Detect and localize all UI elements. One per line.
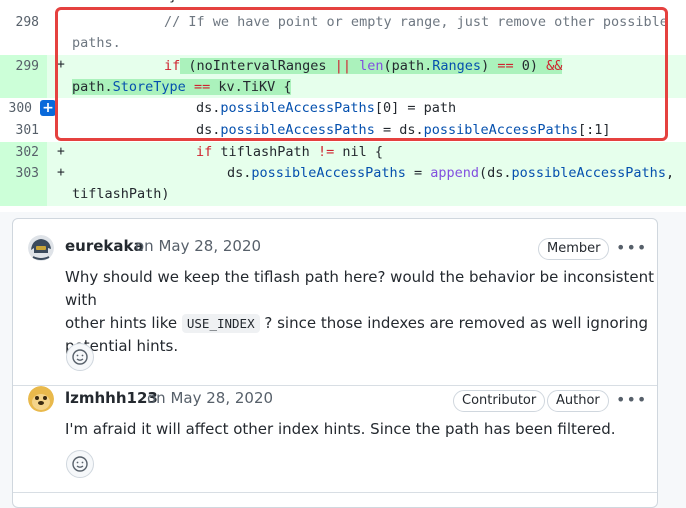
code-comment: // If we have point or empty range, just…	[164, 14, 668, 30]
diff-line-302: 302 + if tiflashPath != nil {	[0, 142, 686, 163]
add-reaction-button[interactable]	[66, 343, 94, 371]
more-options-icon[interactable]: •••	[616, 390, 647, 409]
line-number: 303	[15, 166, 39, 181]
author-badge: Author	[547, 390, 609, 412]
smiley-icon	[72, 349, 88, 365]
diff-line-301: 301 ds.possibleAccessPaths = ds.possible…	[0, 120, 686, 142]
code-line: ds.possibleAccessPaths[0] = path	[196, 100, 457, 116]
code-line: ds.possibleAccessPaths = append(ds.possi…	[227, 165, 675, 181]
code-text: }	[169, 0, 177, 7]
add-comment-button[interactable]: +	[40, 100, 56, 116]
line-number: 298	[15, 15, 39, 30]
more-options-icon[interactable]: •••	[616, 238, 647, 257]
code-line-wrap: tiflashPath)	[72, 186, 170, 202]
avatar[interactable]	[28, 386, 54, 412]
diff-line-300: 300 ds.possibleAccessPaths[0] = path	[0, 98, 686, 120]
comment-date[interactable]: on May 28, 2020	[147, 389, 273, 407]
inline-code: USE_INDEX	[181, 314, 260, 333]
diff-view: 297 } 298 // If we have point or empty r…	[0, 0, 686, 212]
diff-line-297: 297 }	[0, 0, 686, 7]
comment-divider	[13, 492, 657, 493]
review-thread: eurekaka on May 28, 2020 Member ••• Why …	[12, 218, 658, 508]
smiley-icon	[72, 456, 88, 472]
comment-body: Why should we keep the tiflash path here…	[65, 268, 654, 355]
line-number: 297	[16, 0, 39, 7]
line-number: 299	[15, 59, 39, 74]
comment-date[interactable]: on May 28, 2020	[135, 237, 261, 255]
line-number: 300	[8, 101, 32, 116]
comment-author[interactable]: eurekaka	[65, 237, 144, 255]
code-line: ds.possibleAccessPaths = ds.possibleAcce…	[196, 122, 611, 138]
avatar[interactable]	[28, 235, 54, 261]
contributor-badge: Contributor	[453, 390, 546, 412]
code-comment-wrap: paths.	[72, 35, 121, 51]
added-marker: +	[57, 144, 65, 159]
comment-author[interactable]: lzmhhh123	[65, 389, 158, 407]
diff-line-299: 299 + if (noIntervalRanges || len(path.R…	[0, 55, 686, 98]
diff-line-303: 303 + ds.possibleAccessPaths = append(ds…	[0, 163, 686, 206]
comment-body: I'm afraid it will affect other index hi…	[65, 420, 616, 438]
line-number: 302	[15, 145, 39, 160]
member-badge: Member	[538, 238, 610, 260]
line-number: 301	[15, 123, 39, 138]
comment-divider	[13, 385, 657, 386]
code-line: if (noIntervalRanges || len(path.Ranges)…	[164, 58, 563, 74]
add-reaction-button[interactable]	[66, 450, 94, 478]
code-line: if tiflashPath != nil {	[196, 144, 383, 160]
diff-line-298: 298 // If we have point or empty range, …	[0, 7, 686, 55]
added-marker: +	[57, 57, 65, 72]
code-line-wrap: path.StoreType == kv.TiKV {	[72, 79, 292, 95]
added-marker: +	[57, 165, 65, 180]
